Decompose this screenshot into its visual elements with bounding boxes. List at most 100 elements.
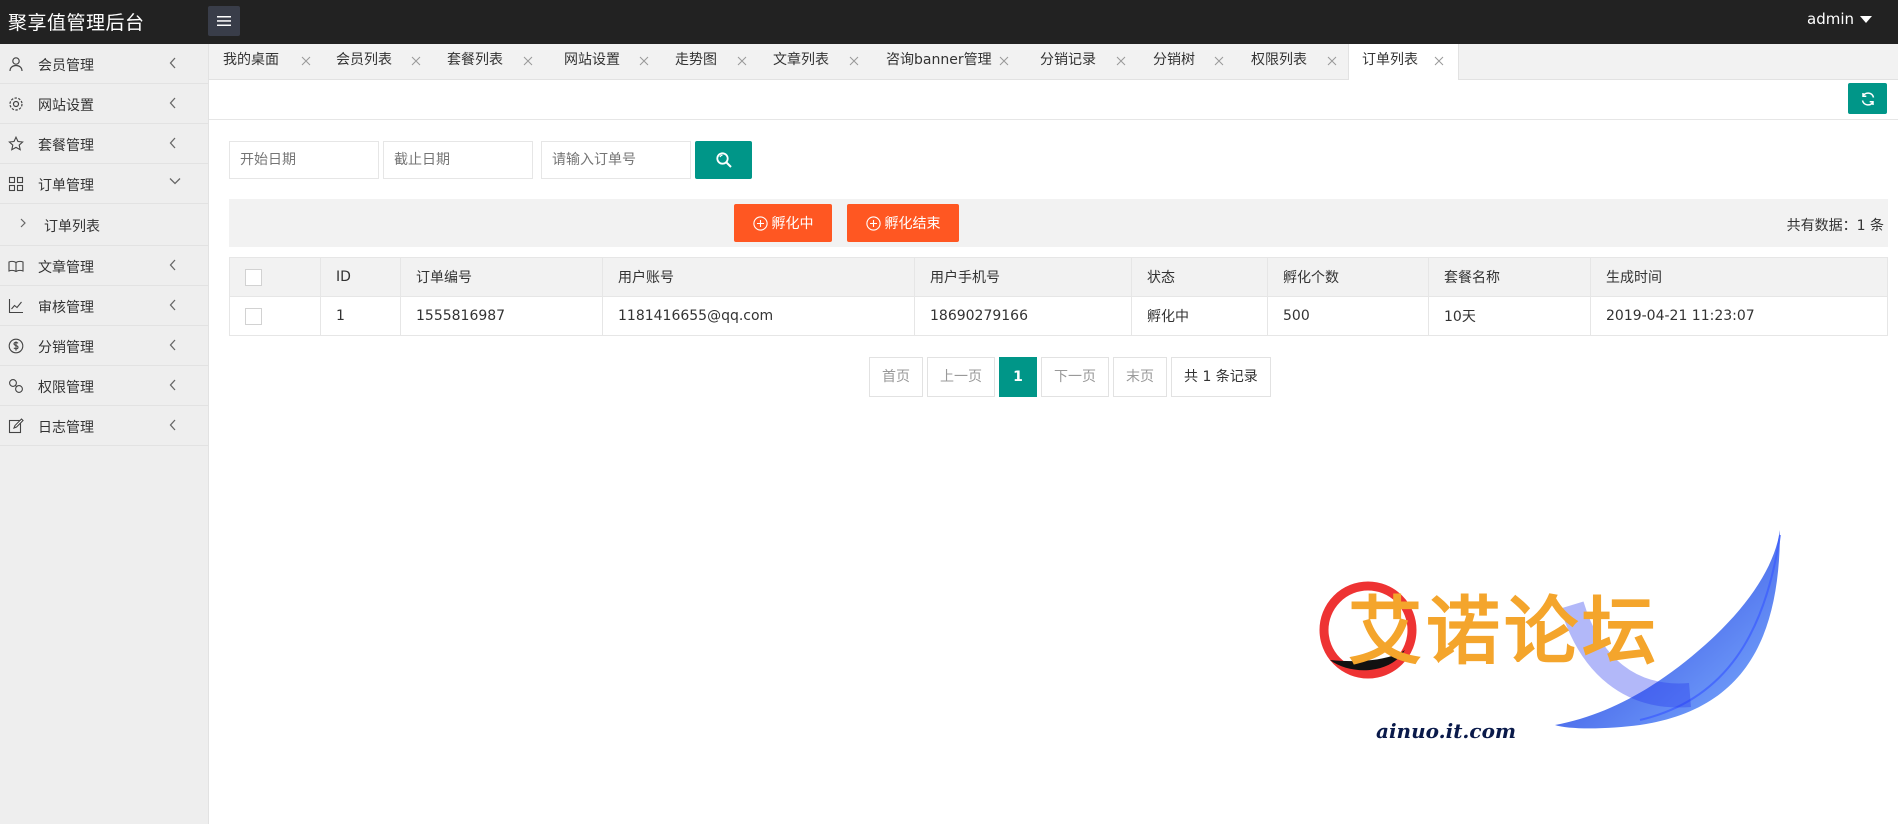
sidebar-item-permissions[interactable]: 权限管理 [0,366,208,406]
plus-circle-icon [752,215,768,231]
next-page-button[interactable]: 下一页 [1041,357,1109,397]
tab-distribution-records[interactable]: 分销记录 [1040,44,1135,80]
tab-banner-manage[interactable]: 咨询banner管理 [886,44,1016,80]
sidebar-item-review[interactable]: 审核管理 [0,286,208,326]
sidebar-item-packages[interactable]: 套餐管理 [0,124,208,164]
sidebar-item-members[interactable]: 会员管理 [0,44,208,84]
close-icon[interactable] [1434,56,1444,66]
column-header-count[interactable]: 孵化个数 [1267,257,1429,297]
column-header-created[interactable]: 生成时间 [1590,257,1888,297]
sidebar-item-label: 日志管理 [38,420,94,436]
action-bar [229,199,1888,247]
table-header-row: ID 订单编号 用户账号 用户手机号 状态 孵化个数 套餐名称 生成时间 [229,257,1888,297]
user-menu[interactable]: admin [1807,10,1872,28]
column-header-account[interactable]: 用户账号 [602,257,915,297]
sidebar-item-label: 权限管理 [38,380,94,396]
tab-trend-chart[interactable]: 走势图 [675,44,755,80]
close-icon[interactable] [1327,56,1337,66]
chart-icon [8,299,23,314]
tab-label: 文章列表 [773,52,829,68]
column-header-id[interactable]: ID [320,257,401,297]
tab-site-settings[interactable]: 网站设置 [564,44,659,80]
column-header-phone[interactable]: 用户手机号 [914,257,1132,297]
close-icon[interactable] [999,56,1009,66]
tab-label: 分销记录 [1040,52,1096,68]
search-icon [715,152,732,168]
tab-distribution-tree[interactable]: 分销树 [1153,44,1233,80]
incubating-button-label: 孵化中 [771,216,814,232]
close-icon[interactable] [411,56,421,66]
chevron-left-icon [169,97,176,109]
gear-icon [9,97,23,111]
tab-label: 咨询banner管理 [886,52,992,68]
prev-page-button[interactable]: 上一页 [927,357,995,397]
sidebar-item-label: 会员管理 [38,58,94,74]
hamburger-icon [217,16,231,26]
refresh-icon [1861,91,1874,106]
end-date-input[interactable] [383,141,533,179]
tab-permission-list[interactable]: 权限列表 [1251,44,1346,80]
order-number-input[interactable] [541,141,691,179]
row-select-cell [229,296,321,336]
tab-order-list[interactable]: 订单列表 [1348,44,1459,81]
tab-article-list[interactable]: 文章列表 [773,44,868,80]
sidebar-item-distribution[interactable]: 分销管理 [0,326,208,366]
cell-account: 1181416655@qq.com [602,296,915,336]
chevron-left-icon [169,299,176,311]
plus-circle-icon [865,215,881,231]
close-icon[interactable] [301,56,311,66]
search-button[interactable] [695,141,752,179]
column-header-order-no[interactable]: 订单编号 [400,257,603,297]
sidebar-subitem-order-list[interactable]: 订单列表 [0,204,208,246]
dollar-icon [8,338,24,354]
incubation-finished-button[interactable]: 孵化结束 [847,204,959,242]
chevron-left-icon [169,379,176,391]
last-page-button[interactable]: 末页 [1113,357,1167,397]
order-table: ID 订单编号 用户账号 用户手机号 状态 孵化个数 套餐名称 生成时间 1 1… [229,257,1888,336]
edit-icon [8,418,24,434]
start-date-input[interactable] [229,141,379,179]
close-icon[interactable] [1214,56,1224,66]
refresh-button[interactable] [1848,83,1887,114]
select-all-checkbox[interactable] [245,268,262,286]
tab-member-list[interactable]: 会员列表 [336,44,431,80]
incubating-button[interactable]: 孵化中 [734,204,832,242]
caret-down-icon [1860,15,1872,23]
close-icon[interactable] [737,56,747,66]
tab-label: 我的桌面 [223,52,279,68]
column-header-package[interactable]: 套餐名称 [1428,257,1591,297]
cell-status: 孵化中 [1131,296,1268,336]
sidebar-item-label: 分销管理 [38,340,94,356]
watermark-url: ainuo.it.com [1376,719,1516,743]
sidebar-item-site-settings[interactable]: 网站设置 [0,84,208,124]
current-page-button[interactable]: 1 [999,357,1037,397]
tab-label: 权限列表 [1251,52,1307,68]
tab-label: 网站设置 [564,52,620,68]
close-icon[interactable] [523,56,533,66]
top-header: 聚享值管理后台 admin [0,0,1898,44]
sidebar-item-logs[interactable]: 日志管理 [0,406,208,446]
sidebar-subitem-label: 订单列表 [44,219,100,235]
cell-order-no: 1555816987 [400,296,603,336]
table-row[interactable]: 1 1555816987 1181416655@qq.com 186902791… [229,296,1888,336]
row-checkbox[interactable] [245,307,262,325]
tab-package-list[interactable]: 套餐列表 [447,44,542,80]
cell-id: 1 [320,296,401,336]
tab-desktop[interactable]: 我的桌面 [223,44,318,80]
sidebar-item-orders[interactable]: 订单管理 [0,164,208,204]
sidebar-item-label: 网站设置 [38,98,94,114]
first-page-button[interactable]: 首页 [869,357,923,397]
watermark-title: 艾诺论坛 [1348,589,1660,675]
close-icon[interactable] [1116,56,1126,66]
sidebar-item-label: 文章管理 [38,260,94,276]
column-header-status[interactable]: 状态 [1131,257,1268,297]
sidebar-item-articles[interactable]: 文章管理 [0,246,208,286]
close-icon[interactable] [639,56,649,66]
close-icon[interactable] [849,56,859,66]
menu-toggle-button[interactable] [208,6,240,36]
chevron-right-icon [20,218,26,228]
chevron-left-icon [169,57,176,69]
tab-label: 套餐列表 [447,52,503,68]
tab-label: 订单列表 [1362,52,1418,68]
username: admin [1807,10,1854,28]
